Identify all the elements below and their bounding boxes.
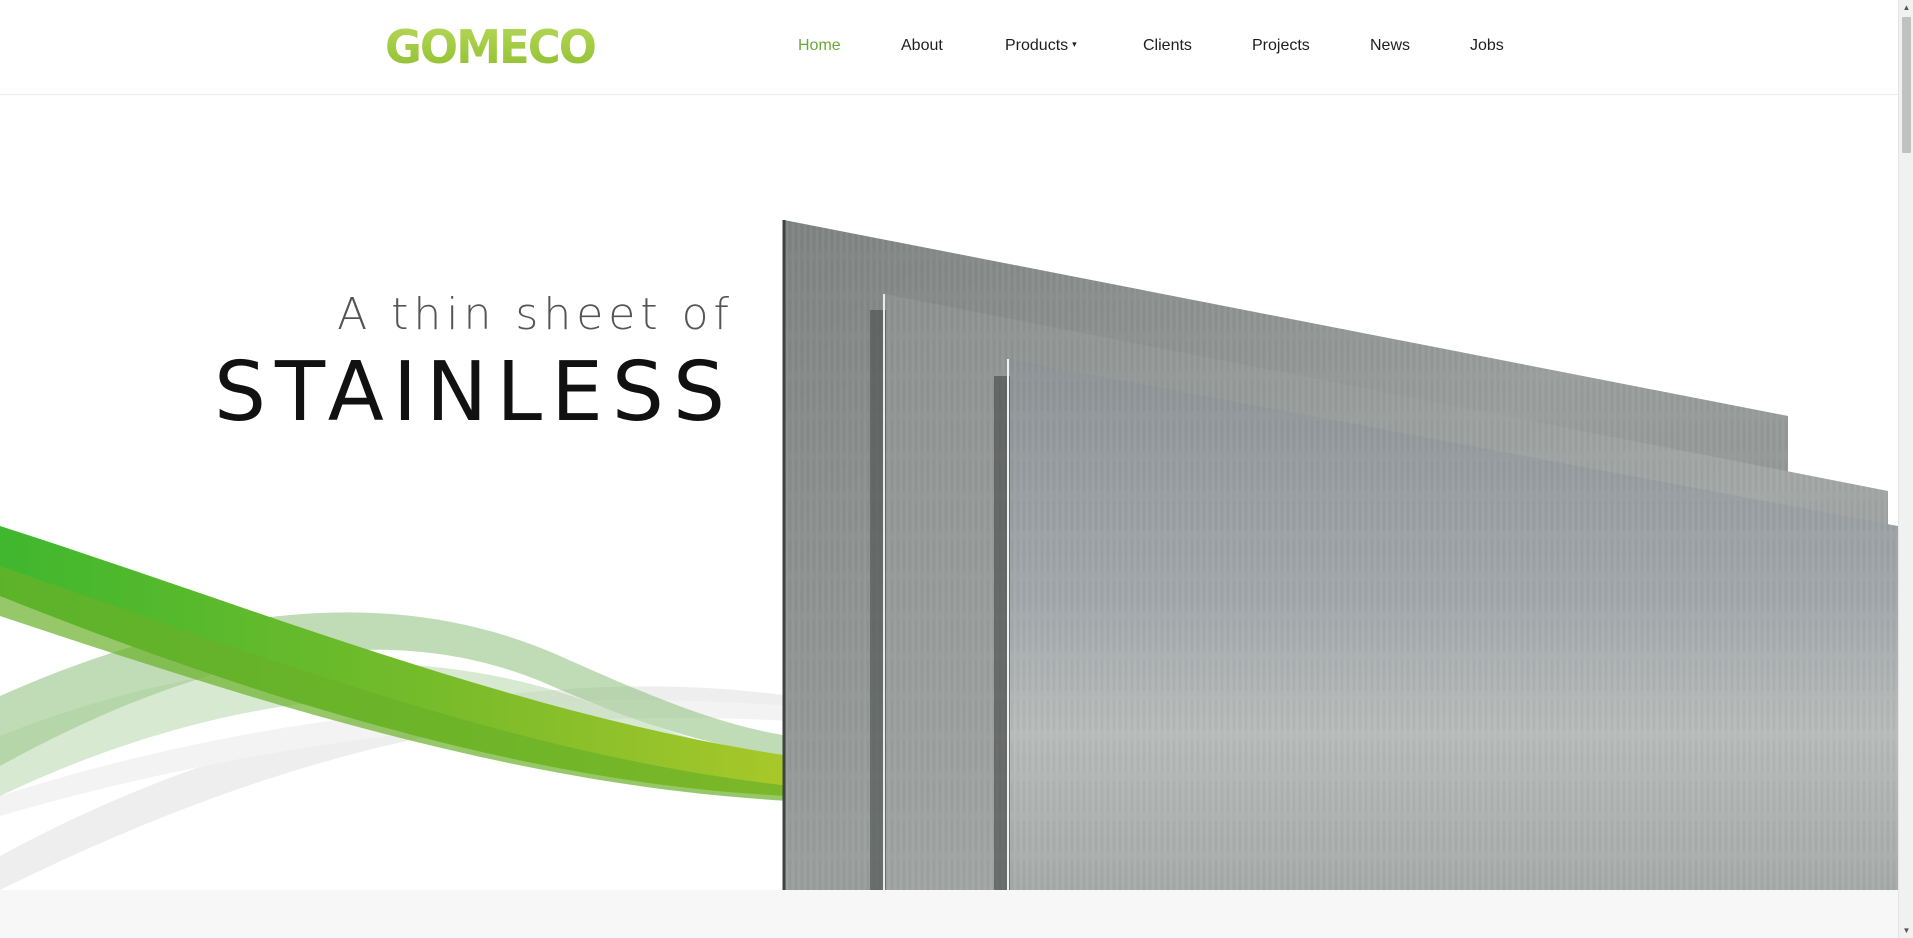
page-scrollbar[interactable]: ▲ ▼: [1898, 0, 1913, 938]
scroll-down-arrow-icon[interactable]: ▼: [1899, 923, 1913, 938]
nav-news-label: News: [1370, 37, 1411, 54]
nav-clients-label: Clients: [1143, 37, 1192, 54]
site-header: GOMECO Home About Products ▾ Clients Proj…: [0, 0, 1898, 95]
hero-tagline-line1: A thin sheet of: [337, 289, 734, 340]
hero-tagline-line2: STAINLESS: [214, 345, 734, 440]
scroll-up-arrow-icon[interactable]: ▲: [1899, 0, 1913, 15]
section-band: [0, 890, 1898, 938]
main-nav: Home About Products ▾ Clients Projects Ne…: [0, 0, 1898, 95]
nav-jobs-label: Jobs: [1470, 37, 1504, 54]
hero-image: [0, 220, 1898, 890]
nav-clients[interactable]: Clients: [1143, 36, 1192, 56]
nav-products[interactable]: Products ▾: [1005, 36, 1077, 56]
nav-about[interactable]: About: [901, 36, 943, 56]
nav-jobs[interactable]: Jobs: [1470, 36, 1504, 56]
chevron-down-icon: ▾: [1072, 39, 1077, 49]
nav-home-label: Home: [798, 37, 841, 54]
nav-projects-label: Projects: [1252, 37, 1310, 54]
nav-about-label: About: [901, 37, 943, 54]
nav-news[interactable]: News: [1370, 36, 1410, 56]
nav-projects[interactable]: Projects: [1252, 36, 1310, 56]
nav-home[interactable]: Home: [798, 36, 841, 56]
scrollbar-thumb[interactable]: [1902, 17, 1911, 153]
nav-products-label: Products: [1005, 37, 1069, 55]
hero-banner[interactable]: A thin sheet of STAINLESS: [0, 96, 1898, 890]
